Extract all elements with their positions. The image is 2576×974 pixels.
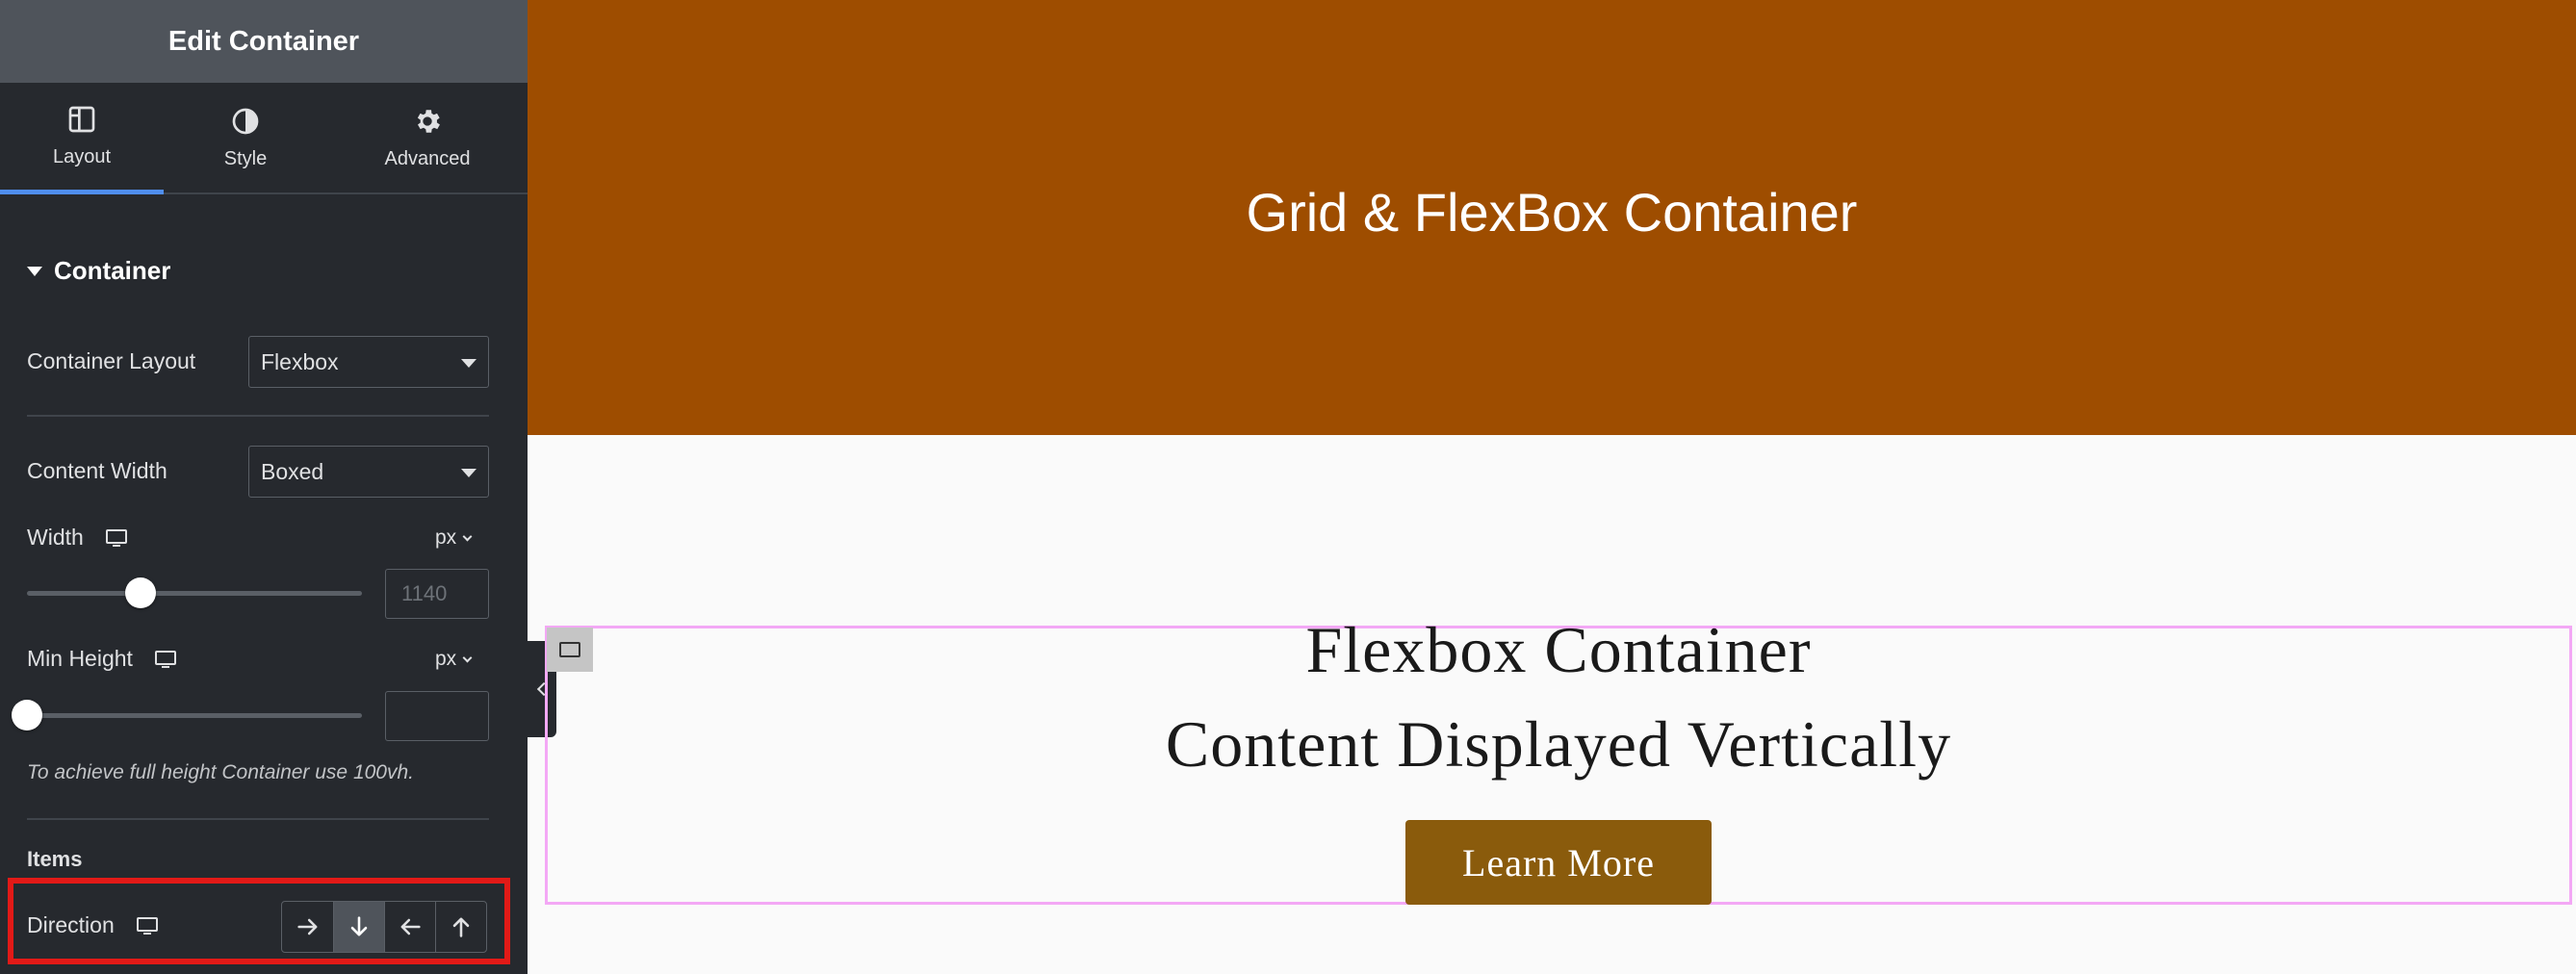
desktop-icon[interactable] bbox=[136, 916, 159, 936]
gear-icon bbox=[417, 109, 440, 133]
min-height-unit-select[interactable]: px bbox=[435, 648, 473, 671]
tab-layout[interactable]: Layout bbox=[0, 83, 164, 194]
content-width-select[interactable]: Boxed bbox=[248, 446, 489, 498]
direction-column-reverse-button[interactable] bbox=[435, 902, 486, 952]
arrow-down-icon bbox=[350, 916, 368, 936]
container-layout-label: Container Layout bbox=[27, 348, 195, 374]
min-height-label-text: Min Height bbox=[27, 646, 133, 671]
min-height-unit: px bbox=[435, 648, 457, 670]
divider bbox=[27, 415, 489, 417]
container-layout-label-text: Container Layout bbox=[27, 348, 196, 373]
section-container-toggle[interactable]: Container bbox=[27, 256, 170, 286]
half-circle-contrast-icon bbox=[232, 108, 259, 134]
content-width-value: Boxed bbox=[261, 458, 324, 484]
container-layout-value: Flexbox bbox=[261, 348, 339, 374]
panel-tabs: Layout Style Advanced bbox=[0, 83, 528, 194]
desktop-icon[interactable] bbox=[105, 528, 128, 548]
container-layout-select[interactable]: Flexbox bbox=[248, 336, 489, 388]
hero-section[interactable]: Grid & FlexBox Container bbox=[528, 0, 2576, 435]
min-height-slider-thumb[interactable] bbox=[12, 700, 42, 730]
width-label: Width bbox=[27, 525, 128, 551]
desktop-icon[interactable] bbox=[154, 650, 177, 669]
width-slider[interactable] bbox=[27, 577, 362, 608]
width-input[interactable]: 1140 bbox=[385, 569, 489, 619]
content-width-label-text: Content Width bbox=[27, 458, 167, 483]
items-heading: Items bbox=[27, 847, 83, 871]
tab-layout-label: Layout bbox=[52, 146, 112, 167]
min-height-label: Min Height bbox=[27, 646, 177, 672]
panel-header: Edit Container bbox=[0, 0, 528, 83]
dropdown-arrow-icon bbox=[461, 359, 477, 368]
layout-columns-icon bbox=[68, 106, 95, 133]
direction-row-reverse-button[interactable] bbox=[384, 902, 435, 952]
heading-line-1: Flexbox Container bbox=[1305, 613, 1812, 686]
hero-title: Grid & FlexBox Container bbox=[1246, 181, 1858, 243]
tab-advanced[interactable]: Advanced bbox=[327, 83, 528, 192]
tab-style[interactable]: Style bbox=[164, 83, 327, 192]
direction-button-group bbox=[281, 901, 487, 953]
direction-label-text: Direction bbox=[27, 912, 115, 937]
width-input-placeholder: 1140 bbox=[401, 581, 448, 605]
content-width-label: Content Width bbox=[27, 458, 167, 484]
width-label-text: Width bbox=[27, 525, 84, 550]
arrow-up-icon bbox=[452, 917, 470, 937]
caret-down-icon bbox=[27, 266, 42, 276]
learn-more-button[interactable]: Learn More bbox=[1405, 820, 1712, 905]
heading-line-2: Content Displayed Vertically bbox=[1165, 707, 1952, 781]
divider bbox=[27, 818, 489, 820]
arrow-right-icon bbox=[296, 918, 317, 936]
min-height-slider[interactable] bbox=[12, 700, 362, 730]
arrow-left-icon bbox=[400, 918, 421, 936]
chevron-down-icon bbox=[462, 531, 473, 541]
width-slider-thumb[interactable] bbox=[125, 577, 157, 608]
width-unit: px bbox=[435, 526, 457, 549]
dropdown-arrow-icon bbox=[461, 469, 477, 477]
editor-panel: Edit Container Layout Style Advanced Con… bbox=[0, 0, 528, 974]
chevron-down-icon bbox=[462, 653, 473, 662]
direction-label: Direction bbox=[27, 912, 159, 938]
width-unit-select[interactable]: px bbox=[435, 526, 473, 550]
min-height-hint: To achieve full height Container use 100… bbox=[27, 761, 414, 783]
direction-row-button[interactable] bbox=[282, 902, 333, 952]
min-height-input[interactable] bbox=[385, 691, 489, 741]
direction-column-button[interactable] bbox=[333, 902, 384, 952]
tab-advanced-label: Advanced bbox=[384, 147, 471, 169]
section-title: Container bbox=[54, 256, 171, 285]
panel-title: Edit Container bbox=[167, 25, 360, 57]
tab-style-label: Style bbox=[223, 147, 268, 169]
